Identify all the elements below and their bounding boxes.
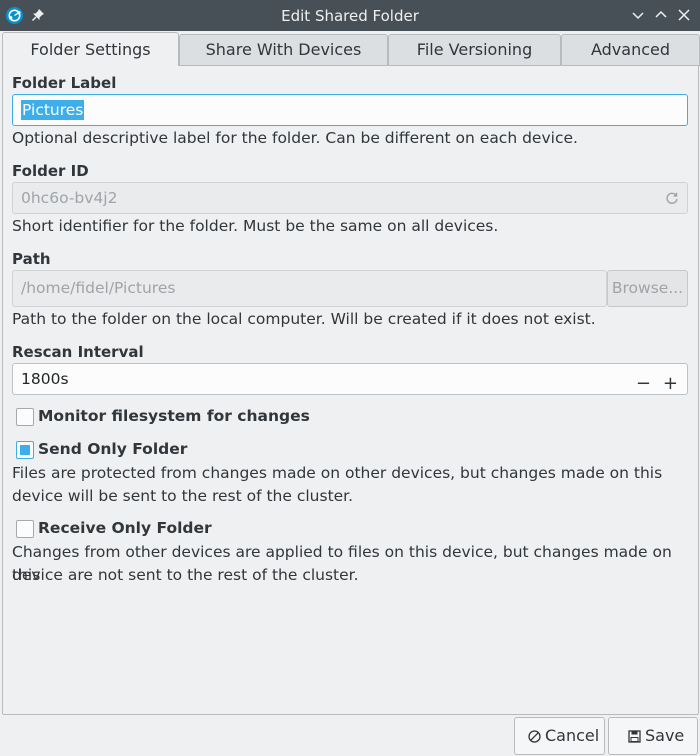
send-only-label[interactable]: Send Only Folder bbox=[38, 440, 187, 458]
send-only-checkbox[interactable] bbox=[16, 441, 34, 459]
folder-label-value: Pictures bbox=[21, 100, 85, 120]
refresh-icon[interactable] bbox=[665, 191, 679, 205]
folder-label-help: Optional descriptive label for the folde… bbox=[12, 129, 578, 147]
path-help: Path to the folder on the local computer… bbox=[12, 310, 596, 328]
path-input[interactable]: /home/fidel/Pictures bbox=[12, 270, 607, 307]
receive-only-checkbox[interactable] bbox=[16, 520, 34, 538]
monitor-filesystem-checkbox[interactable] bbox=[16, 408, 34, 426]
close-icon[interactable] bbox=[676, 7, 692, 23]
folder-id-input[interactable]: 0hc6o-bv4j2 bbox=[12, 182, 688, 214]
cancel-label: Cancel bbox=[545, 726, 600, 745]
tab-folder-settings[interactable]: Folder Settings bbox=[2, 32, 179, 66]
folder-id-value: 0hc6o-bv4j2 bbox=[21, 189, 118, 207]
path-value: /home/fidel/Pictures bbox=[21, 279, 176, 297]
window-title: Edit Shared Folder bbox=[281, 7, 419, 25]
maximize-icon[interactable] bbox=[653, 7, 669, 23]
folder-label-heading: Folder Label bbox=[12, 74, 117, 92]
increment-button[interactable]: + bbox=[663, 369, 678, 399]
send-only-help-2: device will be sent to the rest of the c… bbox=[12, 487, 354, 505]
cancel-icon bbox=[528, 730, 541, 743]
tab-bar: Folder Settings Share With Devices File … bbox=[2, 32, 700, 66]
monitor-filesystem-label[interactable]: Monitor filesystem for changes bbox=[38, 407, 310, 425]
receive-only-help-2: device are not sent to the rest of the c… bbox=[12, 566, 359, 584]
path-heading: Path bbox=[12, 250, 51, 268]
folder-id-help: Short identifier for the folder. Must be… bbox=[12, 217, 499, 235]
folder-label-input[interactable]: Pictures bbox=[12, 94, 688, 126]
save-button[interactable]: Save bbox=[608, 717, 698, 755]
tab-advanced[interactable]: Advanced bbox=[561, 34, 700, 66]
decrement-button[interactable]: − bbox=[636, 369, 651, 399]
tab-file-versioning[interactable]: File Versioning bbox=[388, 34, 561, 66]
folder-id-heading: Folder ID bbox=[12, 162, 89, 180]
rescan-interval-stepper[interactable]: 1800s − + bbox=[12, 363, 688, 395]
save-icon bbox=[628, 730, 641, 743]
cancel-button[interactable]: Cancel bbox=[514, 717, 605, 755]
minimize-icon[interactable] bbox=[630, 7, 646, 23]
title-bar: Edit Shared Folder bbox=[0, 0, 700, 31]
rescan-interval-value: 1800s bbox=[21, 370, 69, 388]
rescan-interval-heading: Rescan Interval bbox=[12, 343, 144, 361]
send-only-help-1: Files are protected from changes made on… bbox=[12, 464, 663, 482]
browse-button[interactable]: Browse... bbox=[607, 270, 688, 307]
save-label: Save bbox=[645, 726, 685, 745]
receive-only-label[interactable]: Receive Only Folder bbox=[38, 519, 212, 537]
tab-share-with-devices[interactable]: Share With Devices bbox=[179, 34, 388, 66]
